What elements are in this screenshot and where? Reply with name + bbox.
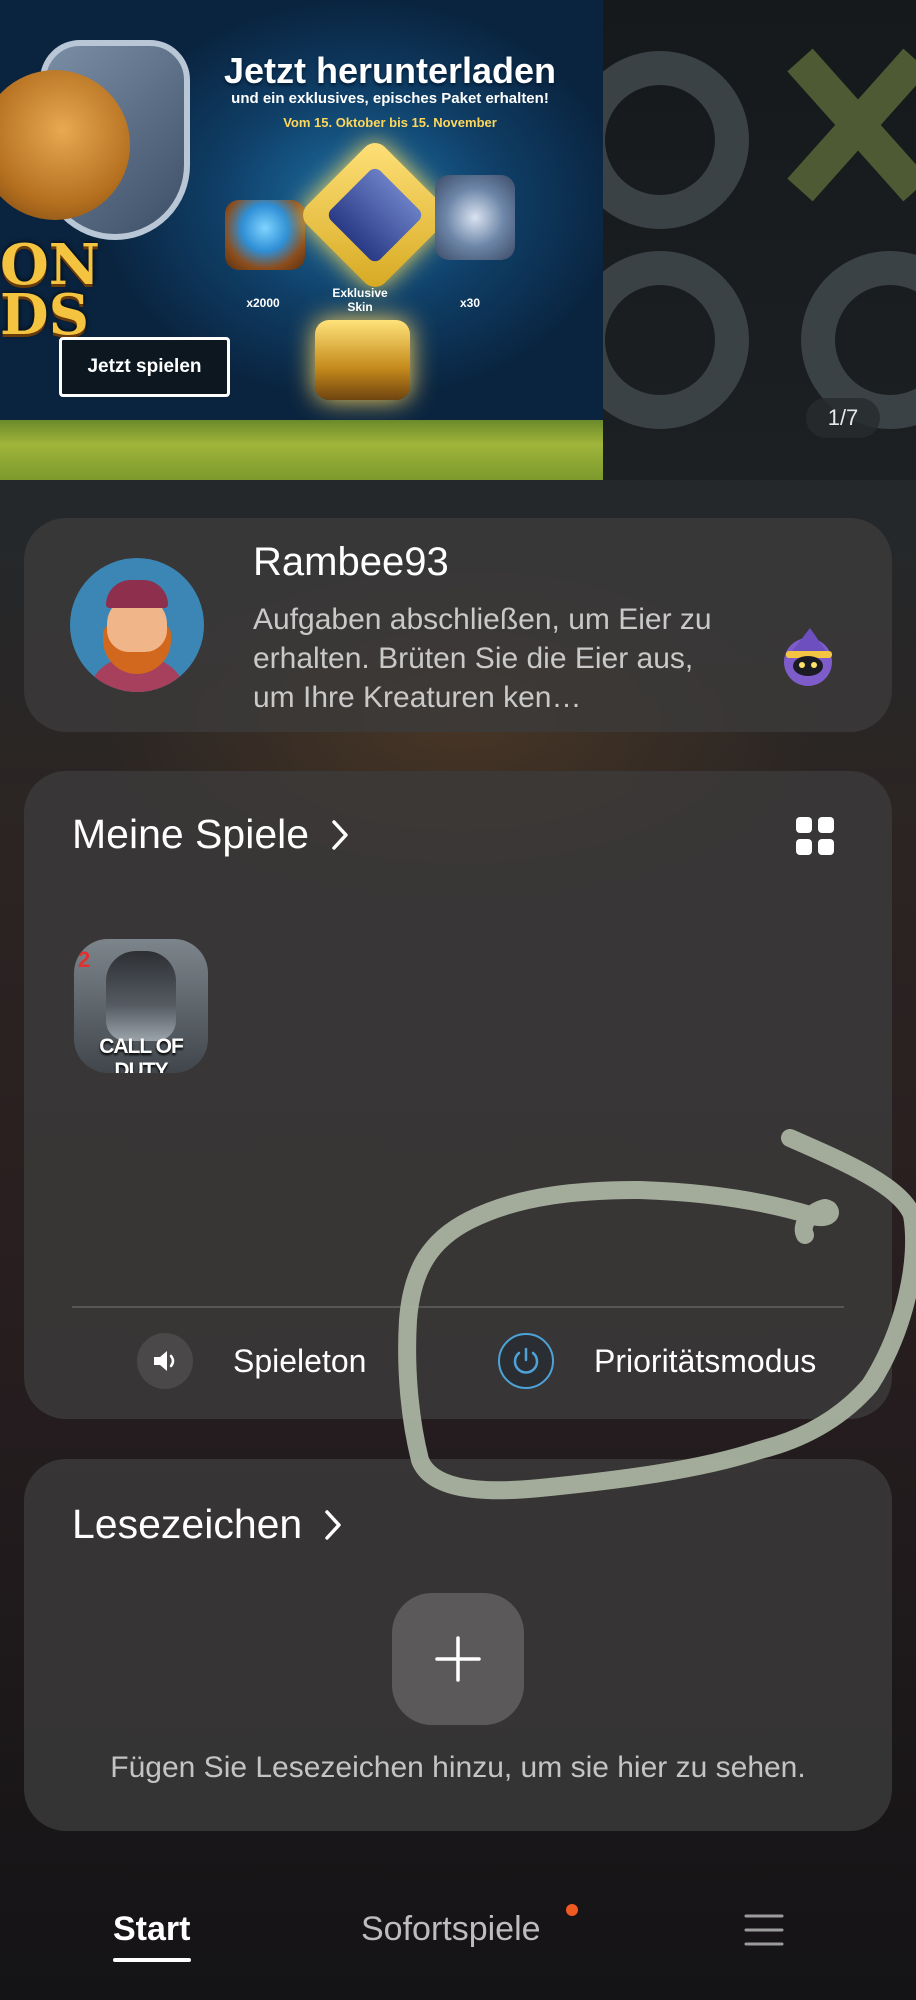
chevron-right-icon — [325, 1509, 341, 1540]
priority-mode-label: Prioritätsmodus — [594, 1342, 817, 1379]
banner-subtitle: und ein exklusives, episches Paket erhal… — [231, 90, 549, 107]
castle-skin-icon — [297, 137, 453, 293]
profile-card[interactable]: Rambee93 Aufgaben abschließen, um Eier z… — [24, 518, 892, 732]
profile-description: Aufgaben abschließen, um Eier zu erhalte… — [253, 603, 712, 714]
banner-title: Jetzt herunterladen — [223, 50, 557, 91]
plus-icon — [435, 1636, 481, 1682]
bookmarks-empty-hint: Fügen Sie Lesezeichen hinzu, um sie hier… — [110, 1751, 806, 1784]
grid-view-icon[interactable] — [796, 817, 834, 855]
nav-active-indicator — [113, 1958, 191, 1962]
game-logo-text: ON DS — [0, 232, 100, 348]
banner-page-indicator: 1/7 — [806, 398, 880, 438]
soldier-illustration — [106, 951, 176, 1041]
game-tile-title: CALL OF DUTY — [99, 1035, 184, 1073]
play-now-button[interactable]: Jetzt spielen — [59, 337, 230, 397]
profile-username: Rambee93 — [253, 540, 449, 584]
grass-strip — [0, 420, 603, 480]
gems-reward-label: x2000 — [246, 296, 280, 310]
game-sound-label: Spieleton — [233, 1342, 367, 1379]
skin-reward-label: Exklusive Skin — [332, 286, 388, 314]
promo-banner-ad[interactable]: ON DS Jetzt herunterladen und ein exklus… — [0, 0, 603, 480]
bookmarks-header[interactable]: Lesezeichen — [72, 1501, 342, 1548]
game-tile-call-of-duty[interactable]: 2 CALL OF DUTY — [74, 939, 208, 1073]
bookmarks-title: Lesezeichen — [72, 1501, 303, 1547]
treasure-chest-icon — [315, 320, 410, 400]
my-games-card: Meine Spiele 2 CALL OF DUTY Spieleton Pr… — [24, 771, 892, 1419]
menu-icon[interactable] — [744, 1910, 784, 1950]
bottom-navigation: Start Sofortspiele — [0, 1880, 916, 2000]
power-icon — [498, 1333, 554, 1389]
game-sound-toggle[interactable]: Spieleton — [137, 1331, 366, 1391]
wizard-creature-icon[interactable] — [776, 624, 840, 688]
my-games-title: Meine Spiele — [72, 811, 310, 857]
nav-tab-instant-games[interactable]: Sofortspiele — [361, 1910, 541, 1949]
avatar[interactable] — [70, 558, 204, 692]
gems-reward-icon — [225, 200, 305, 270]
bookmarks-card: Lesezeichen Fügen Sie Lesezeichen hinzu,… — [24, 1459, 892, 1831]
nav-tab-start[interactable]: Start — [113, 1910, 190, 1949]
game-tile-badge: 2 — [78, 947, 91, 972]
add-bookmark-button[interactable] — [392, 1593, 524, 1725]
chevron-right-icon — [332, 819, 348, 850]
weapons-reward-label: x30 — [459, 296, 481, 310]
controls-divider — [72, 1306, 844, 1308]
my-games-header[interactable]: Meine Spiele — [72, 811, 349, 858]
speaker-icon — [137, 1333, 193, 1389]
priority-mode-toggle[interactable]: Prioritätsmodus — [498, 1331, 816, 1391]
notification-dot — [566, 1904, 578, 1916]
weapons-reward-icon — [435, 175, 515, 260]
banner-pattern — [571, 48, 916, 429]
banner-date-range: Vom 15. Oktober bis 15. November — [283, 115, 497, 130]
